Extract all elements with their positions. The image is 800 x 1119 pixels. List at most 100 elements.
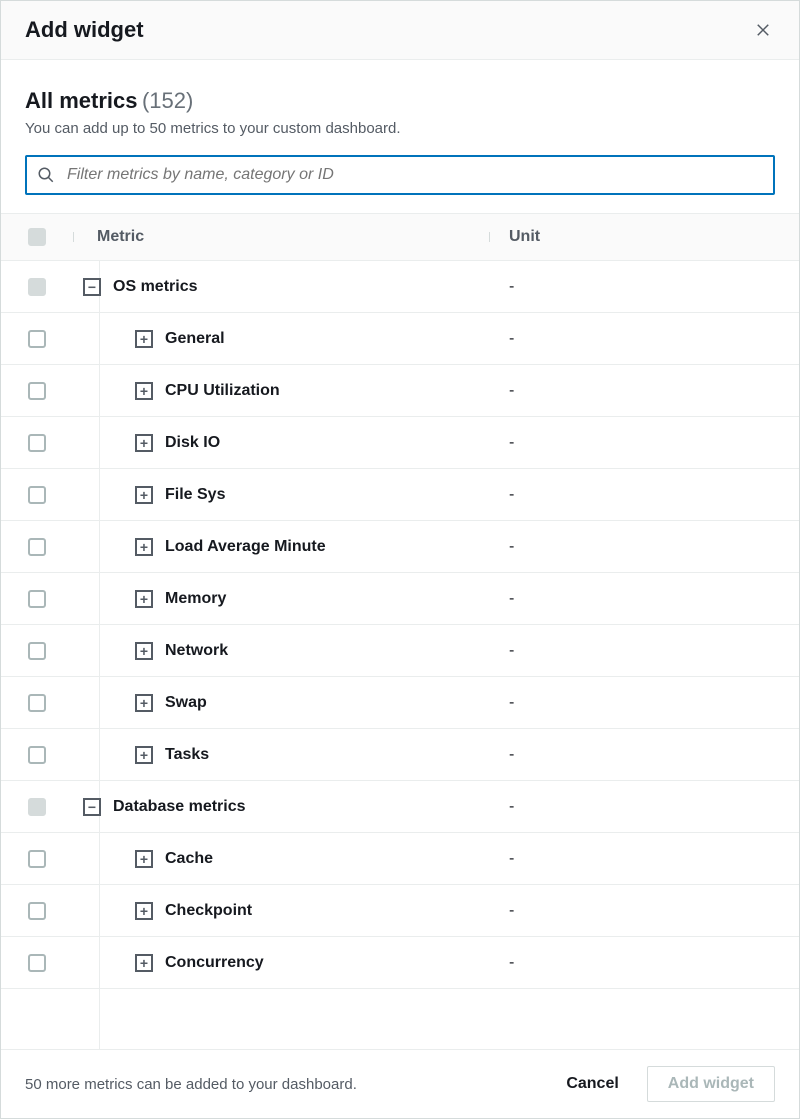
row-checkbox[interactable] [28, 278, 46, 296]
expand-icon[interactable]: + [135, 382, 153, 400]
expand-icon[interactable]: + [135, 538, 153, 556]
unit-cell: - [489, 330, 799, 348]
metric-cell: + Load Average Minute [73, 538, 489, 556]
table-row[interactable]: + Memory - [1, 573, 799, 625]
unit-cell: - [489, 694, 799, 712]
close-button[interactable] [751, 18, 775, 42]
unit-cell: - [489, 278, 799, 296]
modal-footer: 50 more metrics can be added to your das… [1, 1049, 799, 1118]
metric-label: Tasks [165, 746, 209, 764]
metric-label: Checkpoint [165, 902, 252, 920]
row-checkbox[interactable] [28, 486, 46, 504]
row-checkbox[interactable] [28, 538, 46, 556]
content-header: All metrics (152) You can add up to 50 m… [1, 60, 799, 213]
row-checkbox[interactable] [28, 850, 46, 868]
search-icon [37, 166, 55, 184]
metric-label: General [165, 330, 225, 348]
metric-label: Load Average Minute [165, 538, 326, 556]
unit-cell: - [489, 434, 799, 452]
row-checkbox[interactable] [28, 798, 46, 816]
column-header-metric[interactable]: Metric [73, 228, 489, 246]
table-row[interactable]: + CPU Utilization - [1, 365, 799, 417]
metric-label: Database metrics [113, 798, 246, 816]
row-checkbox[interactable] [28, 902, 46, 920]
unit-cell: - [489, 642, 799, 660]
unit-cell: - [489, 486, 799, 504]
metrics-table[interactable]: Metric Unit −OS metrics-+General-+CPU Ut… [1, 213, 799, 1049]
section-count: (152) [142, 88, 193, 113]
metric-label: Cache [165, 850, 213, 868]
expand-icon[interactable]: + [135, 746, 153, 764]
row-checkbox[interactable] [28, 330, 46, 348]
expand-icon[interactable]: + [135, 590, 153, 608]
metric-cell: −Database metrics [73, 798, 489, 816]
unit-cell: - [489, 798, 799, 816]
expand-icon[interactable]: + [135, 850, 153, 868]
metric-label: CPU Utilization [165, 382, 280, 400]
expand-icon[interactable]: + [135, 486, 153, 504]
metric-cell: + Swap [73, 694, 489, 712]
metric-cell: + Disk IO [73, 434, 489, 452]
table-row[interactable]: + Disk IO - [1, 417, 799, 469]
expand-icon[interactable]: + [135, 330, 153, 348]
table-row[interactable]: + General - [1, 313, 799, 365]
table-row[interactable]: + Load Average Minute - [1, 521, 799, 573]
collapse-icon[interactable]: − [83, 278, 101, 296]
metric-cell: −OS metrics [73, 278, 489, 296]
table-row[interactable]: + Tasks - [1, 729, 799, 781]
unit-cell: - [489, 850, 799, 868]
table-row[interactable]: + Network - [1, 625, 799, 677]
close-icon [754, 21, 772, 39]
unit-cell: - [489, 746, 799, 764]
cancel-button[interactable]: Cancel [554, 1067, 630, 1101]
row-checkbox[interactable] [28, 746, 46, 764]
row-checkbox[interactable] [28, 694, 46, 712]
unit-cell: - [489, 902, 799, 920]
row-checkbox[interactable] [28, 382, 46, 400]
column-header-unit[interactable]: Unit [489, 228, 799, 246]
add-widget-modal: Add widget All metrics (152) You can add… [0, 0, 800, 1119]
table-row[interactable]: −OS metrics- [1, 261, 799, 313]
metric-label: Memory [165, 590, 226, 608]
table-row[interactable]: + Swap - [1, 677, 799, 729]
table-row[interactable]: +Concurrency- [1, 937, 799, 989]
footer-status: 50 more metrics can be added to your das… [25, 1076, 538, 1093]
unit-cell: - [489, 538, 799, 556]
unit-cell: - [489, 382, 799, 400]
table-row[interactable]: + Checkpoint - [1, 885, 799, 937]
metric-label: Disk IO [165, 434, 220, 452]
expand-icon[interactable]: + [135, 902, 153, 920]
metric-cell: + Tasks [73, 746, 489, 764]
expand-icon[interactable]: + [135, 954, 153, 972]
metric-cell: + Cache [73, 850, 489, 868]
metric-cell: + Checkpoint [73, 902, 489, 920]
row-checkbox[interactable] [28, 642, 46, 660]
expand-icon[interactable]: + [135, 642, 153, 660]
table-row[interactable]: + Cache - [1, 833, 799, 885]
modal-header: Add widget [1, 1, 799, 60]
metric-cell: + General [73, 330, 489, 348]
row-checkbox[interactable] [28, 954, 46, 972]
metric-cell: + File Sys [73, 486, 489, 504]
section-title: All metrics [25, 88, 138, 113]
row-checkbox[interactable] [28, 590, 46, 608]
metric-label: Network [165, 642, 228, 660]
select-all-checkbox[interactable] [28, 228, 46, 246]
add-widget-button[interactable]: Add widget [647, 1066, 775, 1102]
metric-cell: + Network [73, 642, 489, 660]
row-checkbox[interactable] [28, 434, 46, 452]
metric-cell: + Memory [73, 590, 489, 608]
metric-label: Swap [165, 694, 207, 712]
metric-cell: + CPU Utilization [73, 382, 489, 400]
collapse-icon[interactable]: − [83, 798, 101, 816]
metric-label: File Sys [165, 486, 225, 504]
expand-icon[interactable]: + [135, 694, 153, 712]
unit-cell: - [489, 590, 799, 608]
search-input[interactable] [25, 155, 775, 195]
table-header-row: Metric Unit [1, 214, 799, 261]
search-wrapper [25, 155, 775, 195]
table-row[interactable]: −Database metrics- [1, 781, 799, 833]
expand-icon[interactable]: + [135, 434, 153, 452]
table-row[interactable]: + File Sys - [1, 469, 799, 521]
modal-title: Add widget [25, 17, 144, 43]
